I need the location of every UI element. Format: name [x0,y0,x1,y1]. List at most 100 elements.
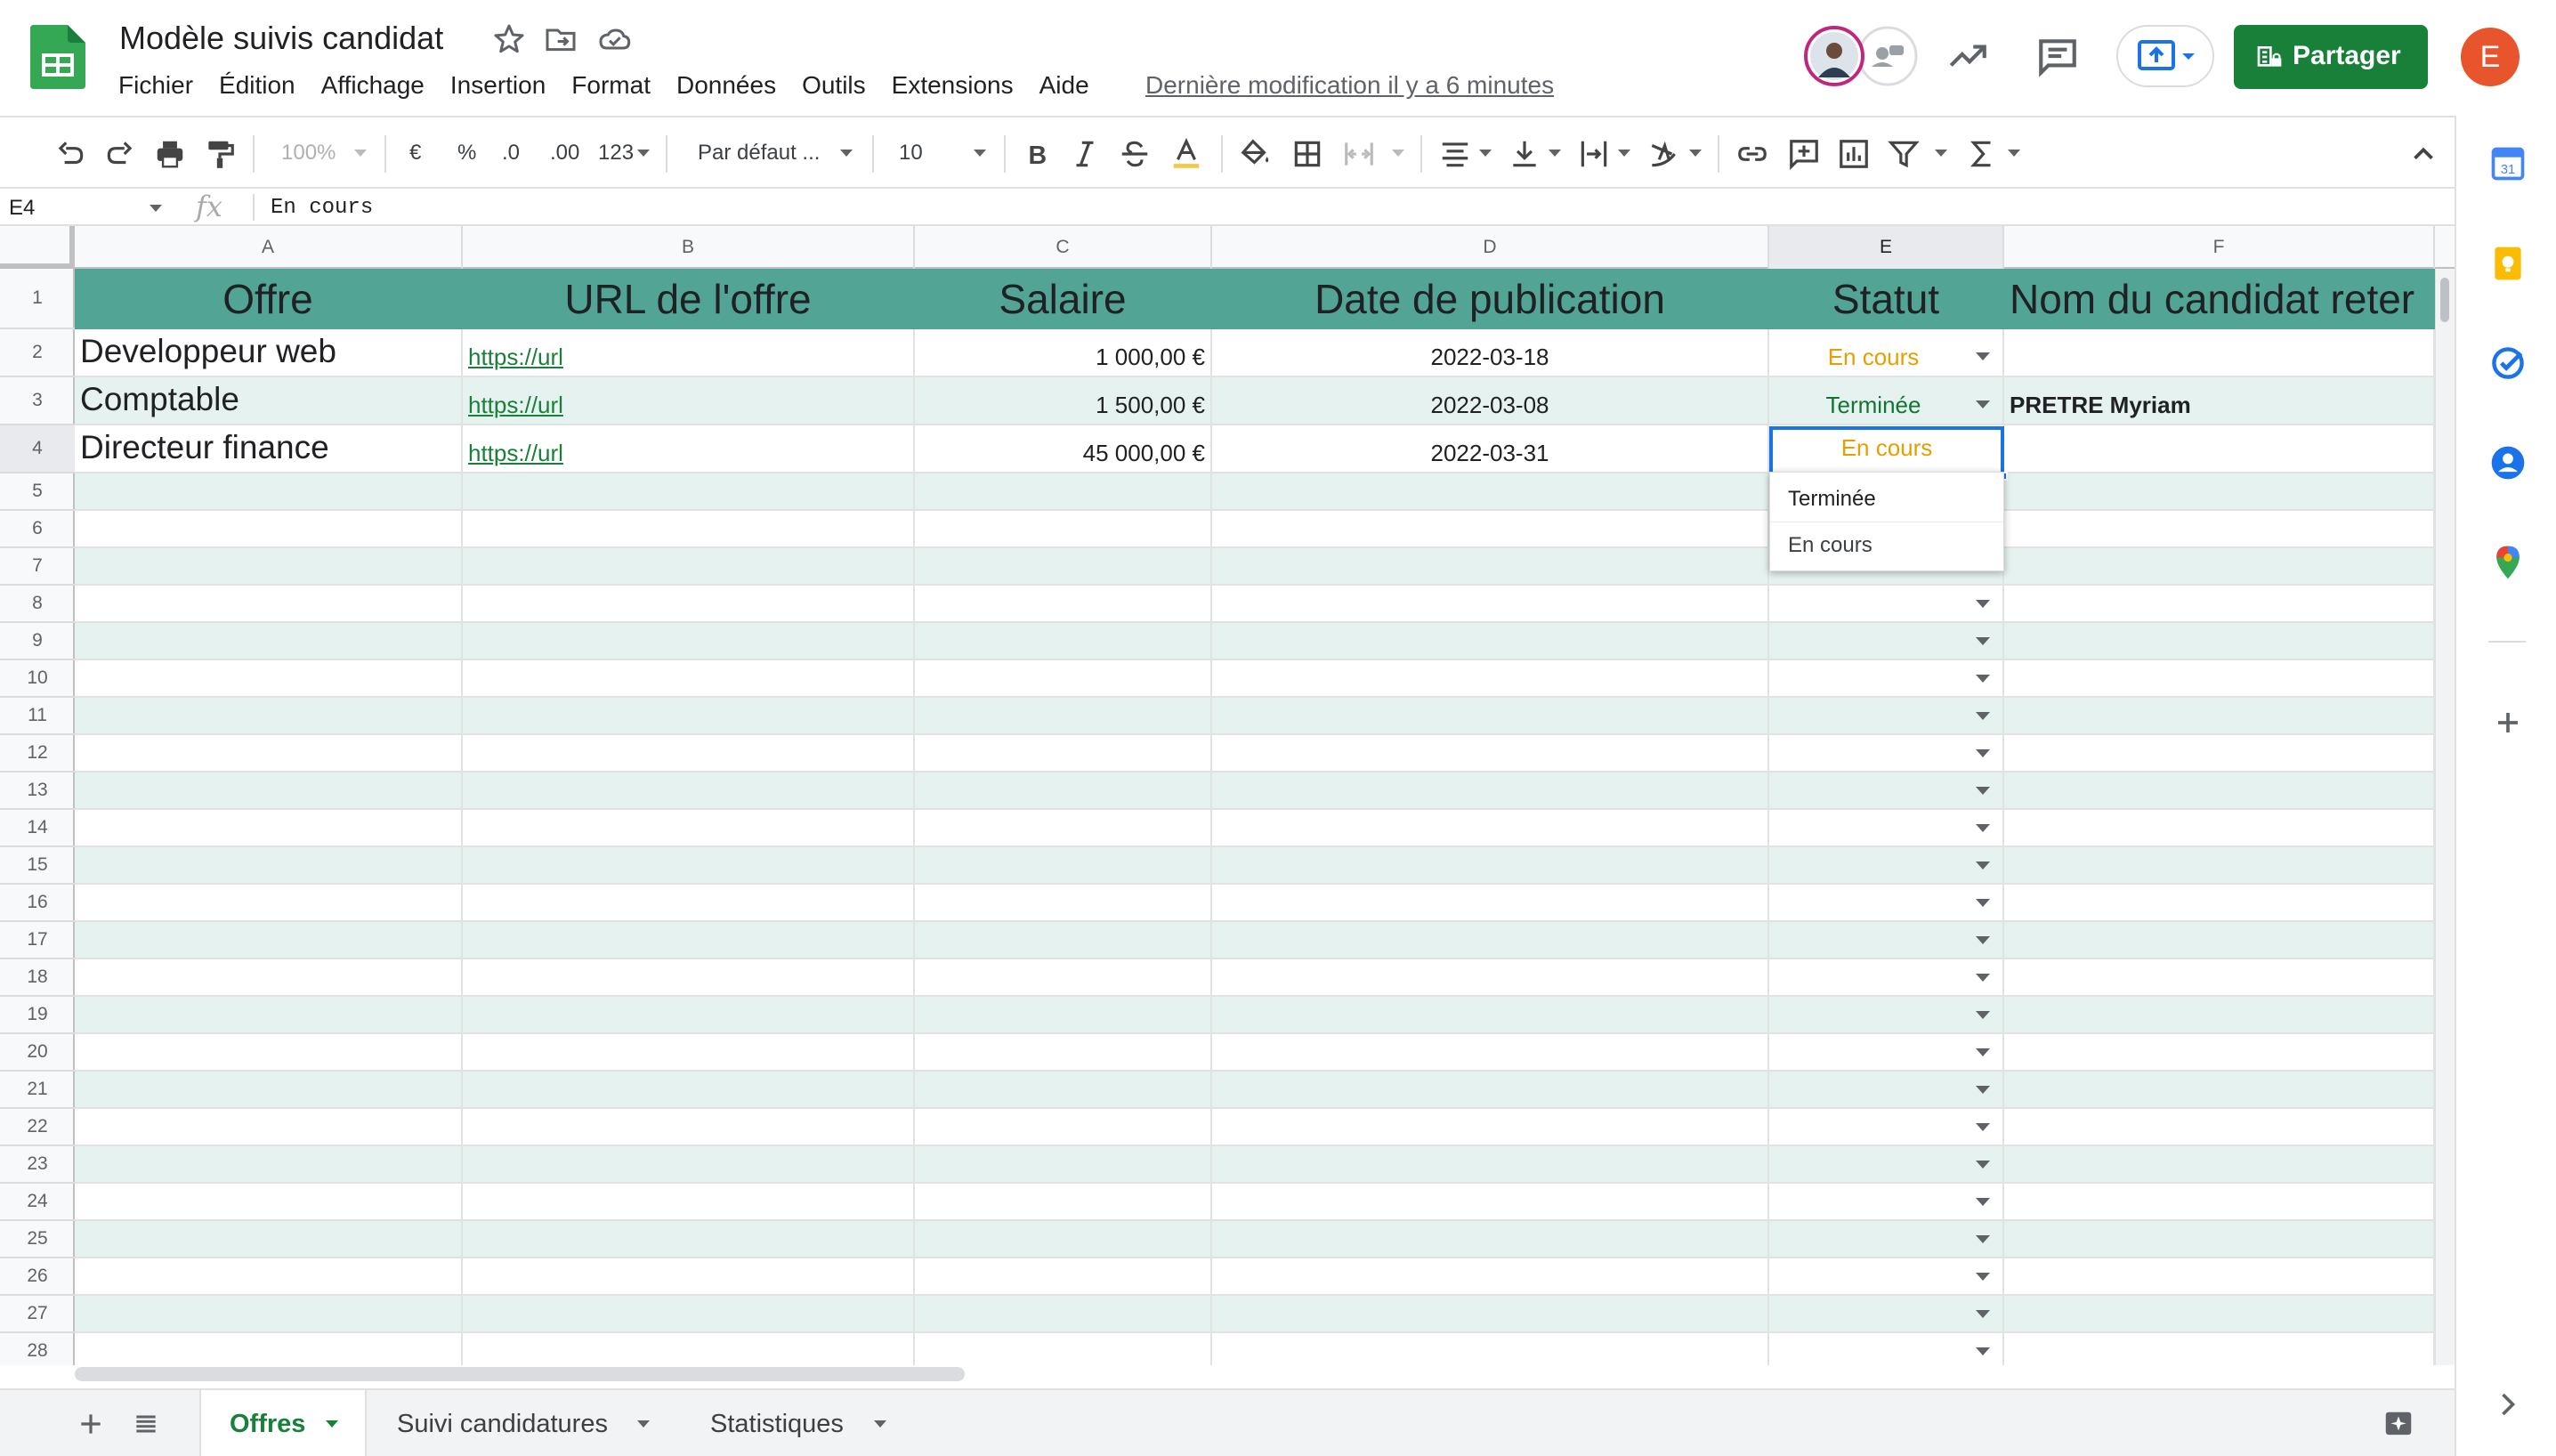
vertical-scrollbar[interactable] [2435,269,2455,1365]
horizontal-align-caret-icon[interactable] [1479,150,1492,157]
tab-offres-caret-icon[interactable] [326,1420,338,1428]
empty-cell[interactable] [463,1109,915,1146]
empty-cell[interactable] [1212,997,1769,1034]
empty-cell[interactable] [463,922,915,959]
status-dropdown-icon[interactable] [1976,1273,1990,1281]
status-dropdown-icon[interactable] [1976,1086,1990,1094]
empty-cell[interactable] [463,698,915,735]
column-header-b[interactable]: B [463,226,915,269]
empty-cell[interactable] [75,847,463,885]
empty-cell[interactable] [2004,623,2435,660]
row-header-9[interactable]: 9 [0,623,75,660]
empty-cell[interactable] [915,847,1212,885]
empty-cell[interactable] [463,1221,915,1258]
status-dropdown-icon[interactable] [1976,1123,1990,1131]
empty-cell[interactable] [463,735,915,772]
header-cell-candidat[interactable]: Nom du candidat reter [2004,269,2435,329]
format-percent-button[interactable]: % [457,137,476,169]
tasks-icon[interactable] [2488,344,2528,383]
collaborators-avatars[interactable] [1802,24,1918,88]
empty-cell[interactable] [75,885,463,922]
empty-cell[interactable] [2004,1258,2435,1296]
empty-cell[interactable] [1212,847,1769,885]
empty-cell[interactable] [915,1034,1212,1072]
tab-statistiques-caret-icon[interactable] [874,1420,886,1428]
empty-cell[interactable] [2004,1109,2435,1146]
cell-date[interactable]: 2022-03-31 [1212,425,1769,473]
empty-cell[interactable] [915,922,1212,959]
font-family-select[interactable]: Par défaut ... [698,137,820,169]
empty-cell[interactable] [915,548,1212,586]
keep-icon[interactable] [2488,244,2528,283]
row-header-5[interactable]: 5 [0,473,75,511]
empty-cell[interactable] [2004,772,2435,810]
borders-icon[interactable] [1290,137,1324,171]
status-dropdown-icon[interactable] [1976,1011,1990,1019]
cell-offre[interactable]: Comptable [75,377,463,425]
empty-cell[interactable] [915,1072,1212,1109]
increase-decimal-button[interactable]: .00 [550,137,579,169]
header-cell-date[interactable]: Date de publication [1212,269,1769,329]
status-dropdown-icon[interactable] [1976,1198,1990,1206]
empty-cell[interactable] [75,922,463,959]
activity-trend-icon[interactable] [1945,34,1990,78]
share-button[interactable]: Partager [2234,25,2428,89]
row-header-23[interactable]: 23 [0,1146,75,1184]
status-dropdown-icon[interactable] [1976,600,1990,608]
menu-extensions[interactable]: Extensions [892,69,1014,105]
empty-cell[interactable] [915,735,1212,772]
empty-cell[interactable] [2004,473,2435,511]
empty-cell[interactable] [75,1072,463,1109]
row-header-8[interactable]: 8 [0,586,75,623]
font-family-caret-icon[interactable] [840,150,853,157]
empty-cell[interactable] [2004,1296,2435,1333]
empty-cell[interactable] [1212,1146,1769,1184]
empty-cell[interactable] [915,1333,1212,1365]
sheets-logo-icon[interactable] [30,25,85,89]
empty-cell[interactable] [1769,885,2004,922]
empty-cell[interactable] [2004,885,2435,922]
dropdown-option-en-cours[interactable]: En cours [1770,522,2003,569]
text-wrap-caret-icon[interactable] [1618,150,1630,157]
add-addon-icon[interactable] [2488,703,2528,742]
status-dropdown-icon[interactable] [1976,712,1990,720]
row-header-25[interactable]: 25 [0,1221,75,1258]
empty-cell[interactable] [1769,660,2004,698]
empty-cell[interactable] [915,698,1212,735]
comments-icon[interactable] [2035,34,2080,78]
empty-cell[interactable] [1212,735,1769,772]
empty-cell[interactable] [2004,1072,2435,1109]
empty-cell[interactable] [1212,1034,1769,1072]
merge-cells-icon[interactable] [1342,137,1376,171]
tab-statistiques[interactable]: Statistiques [710,1390,897,1456]
empty-cell[interactable] [1769,997,2004,1034]
row-header-20[interactable]: 20 [0,1034,75,1072]
empty-cell[interactable] [915,586,1212,623]
empty-cell[interactable] [915,885,1212,922]
empty-cell[interactable] [2004,698,2435,735]
row-header-15[interactable]: 15 [0,847,75,885]
empty-cell[interactable] [463,959,915,997]
empty-cell[interactable] [1212,473,1769,511]
empty-cell[interactable] [1212,1296,1769,1333]
zoom-caret-icon[interactable] [354,150,367,157]
collapse-toolbar-icon[interactable] [2406,137,2440,171]
row-header-17[interactable]: 17 [0,922,75,959]
empty-cell[interactable] [75,735,463,772]
empty-cell[interactable] [2004,847,2435,885]
empty-cell[interactable] [463,1333,915,1365]
empty-cell[interactable] [1212,1072,1769,1109]
empty-cell[interactable] [463,511,915,548]
empty-cell[interactable] [2004,1221,2435,1258]
paint-format-icon[interactable] [203,137,237,171]
empty-cell[interactable] [75,698,463,735]
calendar-icon[interactable]: 31 [2488,144,2528,183]
status-dropdown-icon[interactable] [1976,899,1990,907]
empty-cell[interactable] [1769,735,2004,772]
empty-cell[interactable] [75,548,463,586]
status-dropdown-icon[interactable] [1976,675,1990,683]
empty-cell[interactable] [2004,1034,2435,1072]
row-header-12[interactable]: 12 [0,735,75,772]
empty-cell[interactable] [75,1258,463,1296]
empty-cell[interactable] [1212,1258,1769,1296]
